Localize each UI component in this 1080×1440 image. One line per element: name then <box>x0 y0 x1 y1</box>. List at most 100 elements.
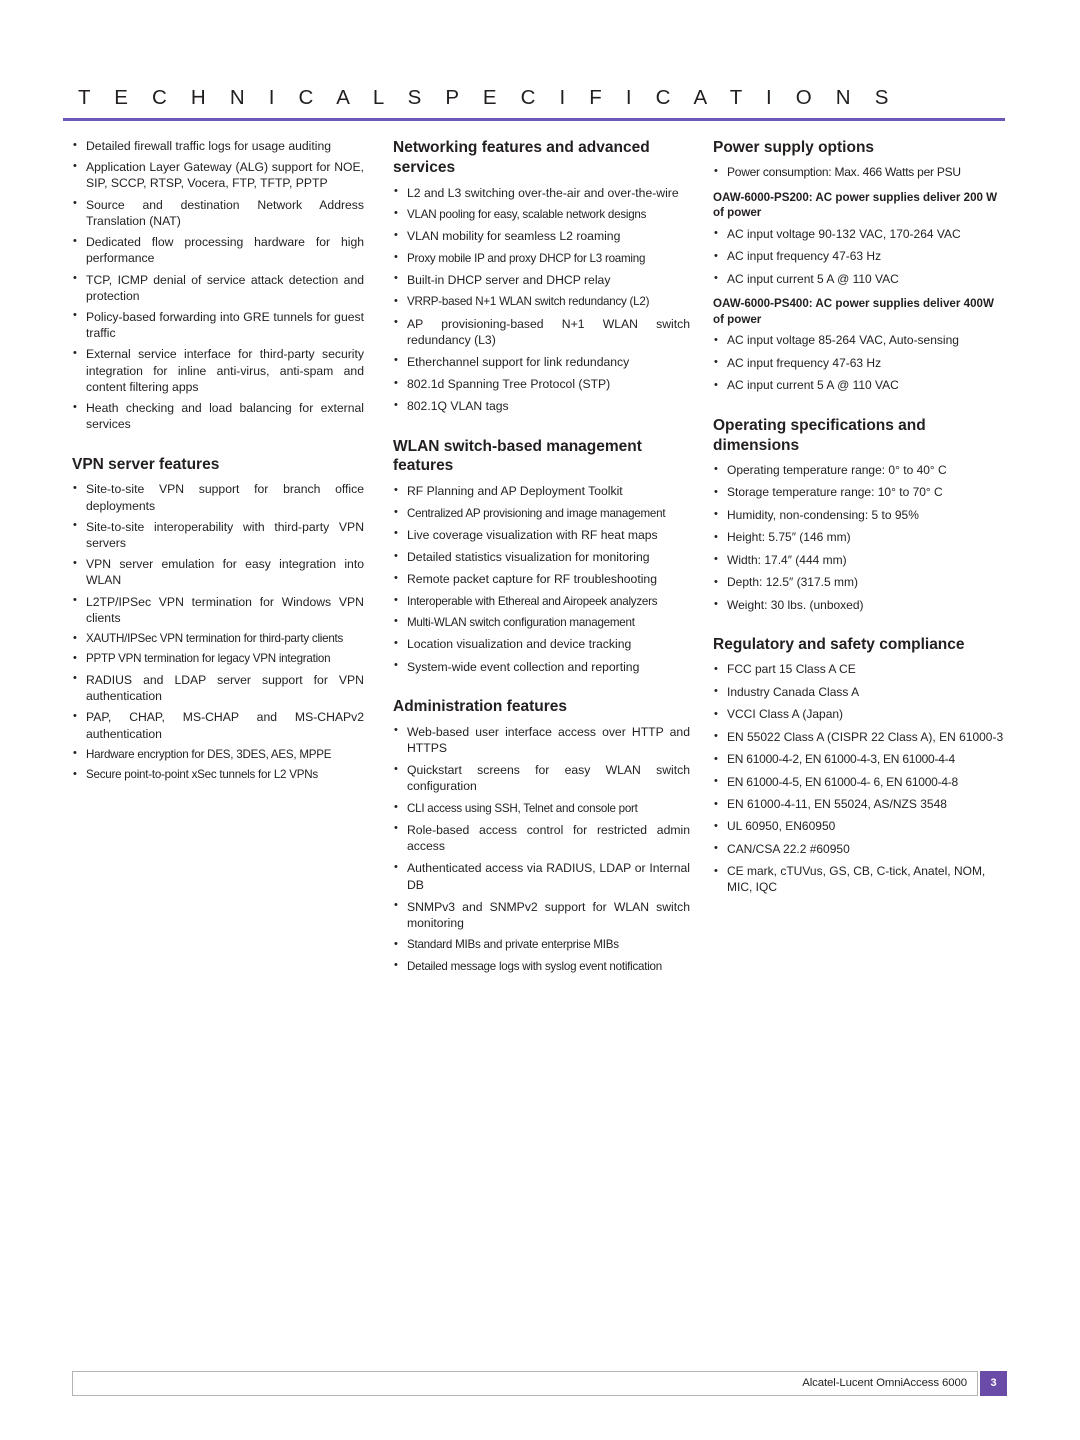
vpn-feature-list: Site-to-site VPN support for branch offi… <box>72 481 364 782</box>
power-consumption-list: Power consumption: Max. 466 Watts per PS… <box>713 164 1008 181</box>
list-item: VLAN pooling for easy, scalable network … <box>393 206 690 222</box>
header-divider <box>63 117 1005 121</box>
ps200-spec-list: AC input voltage 90-132 VAC, 170-264 VAC… <box>713 226 1008 288</box>
list-item: AC input frequency 47-63 Hz <box>713 355 1008 372</box>
subheading-ps200: OAW-6000-PS200: AC power supplies delive… <box>713 190 998 220</box>
list-item: Secure point-to-point xSec tunnels for L… <box>72 767 364 782</box>
section-heading-wlan-switch-management: WLAN switch-based management features <box>393 437 642 475</box>
list-item: Height: 5.75″ (146 mm) <box>713 530 1008 546</box>
list-item: Policy-based forwarding into GRE tunnels… <box>72 308 364 341</box>
list-item: EN 61000-4-5, EN 61000-4- 6, EN 61000-4-… <box>713 774 1008 791</box>
intro-feature-list: Detailed firewall traffic logs for usage… <box>72 137 364 433</box>
column-two: Networking features and advanced service… <box>393 138 690 980</box>
list-item: Depth: 12.5″ (317.5 mm) <box>713 575 1008 591</box>
list-item: System-wide event collection and reporti… <box>393 658 690 675</box>
list-item: AC input current 5 A @ 110 VAC <box>713 378 1008 394</box>
list-item: Industry Canada Class A <box>713 684 1008 701</box>
list-item: AP provisioning-based N+1 WLAN switch re… <box>393 315 690 348</box>
section-heading-power-supply-options: Power supply options <box>713 139 875 156</box>
list-item: VPN server emulation for easy integratio… <box>72 556 364 588</box>
section-heading-operating-specifications: Operating specifications and dimensions <box>713 417 926 454</box>
list-item: TCP, ICMP denial of service attack detec… <box>72 271 364 304</box>
list-item: VLAN mobility for seamless L2 roaming <box>393 228 690 244</box>
list-item: Centralized AP provisioning and image ma… <box>393 505 690 521</box>
list-item: EN 61000-4-11, EN 55024, AS/NZS 3548 <box>713 797 1008 813</box>
page-footer: Alcatel-Lucent OmniAccess 6000 3 <box>72 1371 1008 1398</box>
list-item: Site-to-site interoperability with third… <box>72 518 364 551</box>
list-item: Source and destination Network Address T… <box>72 196 364 229</box>
list-item: Application Layer Gateway (ALG) support … <box>72 159 364 191</box>
list-item: Storage temperature range: 10° to 70° C <box>713 485 1008 501</box>
page-number: 3 <box>990 1377 997 1389</box>
list-item: Multi-WLAN switch configuration manageme… <box>393 614 690 630</box>
list-item: AC input voltage 85-264 VAC, Auto-sensin… <box>713 333 1008 349</box>
regulatory-compliance-list: FCC part 15 Class A CE Industry Canada C… <box>713 662 1008 896</box>
list-item: Interoperable with Ethereal and Airopeek… <box>393 593 690 609</box>
document-header: T E C H N I C A L S P E C I F I C A T I … <box>63 86 1005 121</box>
list-item: XAUTH/IPSec VPN termination for third-pa… <box>72 631 364 646</box>
list-item: Detailed firewall traffic logs for usage… <box>72 137 364 154</box>
list-item: Detailed statistics visualization for mo… <box>393 549 690 565</box>
list-item: Weight: 30 lbs. (unboxed) <box>713 597 1008 614</box>
list-item: Dedicated flow processing hardware for h… <box>72 234 364 266</box>
list-item: CE mark, cTUVus, GS, CB, C-tick, Anatel,… <box>713 864 1008 896</box>
list-item: Remote packet capture for RF troubleshoo… <box>393 571 690 587</box>
footer-bar: Alcatel-Lucent OmniAccess 6000 <box>72 1371 978 1396</box>
list-item: Operating temperature range: 0° to 40° C <box>713 462 1008 479</box>
column-one: Detailed firewall traffic logs for usage… <box>72 137 364 788</box>
list-item: UL 60950, EN60950 <box>713 819 1008 835</box>
list-item: Heath checking and load balancing for ex… <box>72 400 364 432</box>
list-item: External service interface for third-par… <box>72 346 364 395</box>
list-item: Role-based access control for restricted… <box>393 821 690 854</box>
list-item: Power consumption: Max. 466 Watts per PS… <box>713 164 1008 181</box>
list-item: PAP, CHAP, MS-CHAP and MS-CHAPv2 authent… <box>72 709 364 741</box>
list-item: CAN/CSA 22.2 #60950 <box>713 841 1008 858</box>
list-item: AC input frequency 47-63 Hz <box>713 249 1008 265</box>
list-item: Etherchannel support for link redundancy <box>393 353 690 370</box>
list-item: Hardware encryption for DES, 3DES, AES, … <box>72 746 364 762</box>
page-number-badge: 3 <box>980 1371 1007 1396</box>
list-item: VRRP-based N+1 WLAN switch redundancy (L… <box>393 294 690 309</box>
operating-spec-list: Operating temperature range: 0° to 40° C… <box>713 462 1008 614</box>
list-item: Authenticated access via RADIUS, LDAP or… <box>393 860 690 892</box>
list-item: L2 and L3 switching over-the-air and ove… <box>393 184 690 201</box>
ps400-spec-list: AC input voltage 85-264 VAC, Auto-sensin… <box>713 333 1008 394</box>
list-item: Detailed message logs with syslog event … <box>393 958 690 974</box>
list-item: CLI access using SSH, Telnet and console… <box>393 800 690 816</box>
document-page: T E C H N I C A L S P E C I F I C A T I … <box>0 0 1080 1440</box>
column-three: Power supply options Power consumption: … <box>713 138 1008 903</box>
list-item: RF Planning and AP Deployment Toolkit <box>393 483 690 499</box>
list-item: FCC part 15 Class A CE <box>713 662 1008 678</box>
list-item: Humidity, non-condensing: 5 to 95% <box>713 507 1008 524</box>
section-heading-administration-features: Administration features <box>393 697 567 715</box>
list-item: 802.1d Spanning Tree Protocol (STP) <box>393 376 690 392</box>
footer-product-name: Alcatel-Lucent OmniAccess 6000 <box>802 1377 967 1389</box>
list-item: 802.1Q VLAN tags <box>393 398 690 414</box>
list-item: Built-in DHCP server and DHCP relay <box>393 271 690 288</box>
list-item: VCCI Class A (Japan) <box>713 707 1008 723</box>
section-heading-regulatory-safety-compliance: Regulatory and safety compliance <box>713 636 965 654</box>
list-item: Width: 17.4″ (444 mm) <box>713 552 1008 569</box>
list-item: AC input current 5 A @ 110 VAC <box>713 271 1008 288</box>
list-item: Live coverage visualization with RF heat… <box>393 526 690 543</box>
section-heading-vpn-server-features: VPN server features <box>72 455 220 473</box>
list-item: PPTP VPN termination for legacy VPN inte… <box>72 651 364 666</box>
list-item: AC input voltage 90-132 VAC, 170-264 VAC <box>713 226 1008 243</box>
page-title: T E C H N I C A L S P E C I F I C A T I … <box>78 86 898 109</box>
section-heading-networking-features: Networking features and advanced service… <box>393 139 650 176</box>
list-item: Standard MIBs and private enterprise MIB… <box>393 937 690 952</box>
list-item: Proxy mobile IP and proxy DHCP for L3 ro… <box>393 250 690 266</box>
list-item: Site-to-site VPN support for branch offi… <box>72 481 364 513</box>
list-item: SNMPv3 and SNMPv2 support for WLAN switc… <box>393 898 690 931</box>
subheading-ps400: OAW-6000-PS400: AC power supplies delive… <box>713 297 994 326</box>
list-item: RADIUS and LDAP server support for VPN a… <box>72 671 364 704</box>
list-item: Location visualization and device tracki… <box>393 636 690 652</box>
list-item: Web-based user interface access over HTT… <box>393 723 690 756</box>
list-item: EN 55022 Class A (CISPR 22 Class A), EN … <box>713 729 1008 746</box>
administration-feature-list: Web-based user interface access over HTT… <box>393 723 690 974</box>
list-item: L2TP/IPSec VPN termination for Windows V… <box>72 593 364 626</box>
wlan-management-feature-list: RF Planning and AP Deployment Toolkit Ce… <box>393 483 690 675</box>
list-item: EN 61000-4-2, EN 61000-4-3, EN 61000-4-4 <box>713 752 1008 768</box>
list-item: Quickstart screens for easy WLAN switch … <box>393 762 690 794</box>
networking-feature-list: L2 and L3 switching over-the-air and ove… <box>393 184 690 415</box>
